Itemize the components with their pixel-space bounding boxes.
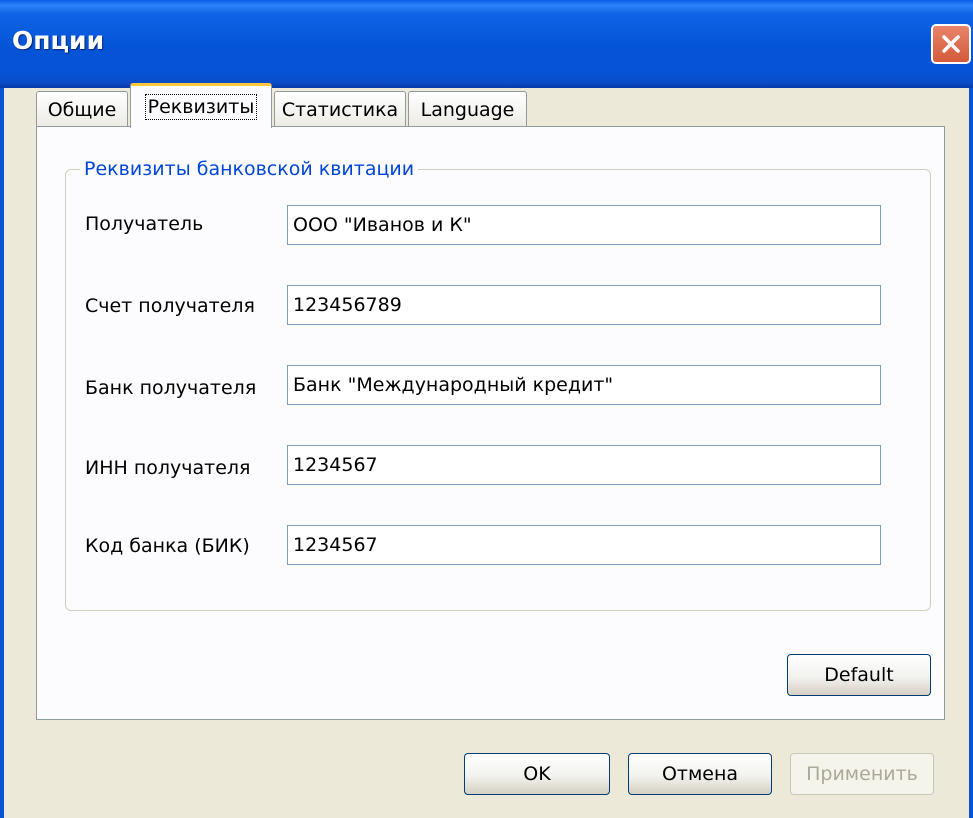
title-bar[interactable]: Опции bbox=[0, 0, 973, 88]
tab-panel-requisites: Реквизиты банковской квитации Получатель… bbox=[36, 126, 945, 720]
window-title: Опции bbox=[12, 26, 105, 55]
recipient-input[interactable] bbox=[287, 205, 881, 245]
tab-requisites[interactable]: Реквизиты bbox=[130, 83, 272, 128]
bik-label: Код банка (БИК) bbox=[85, 535, 250, 557]
groupbox-title: Реквизиты банковской квитации bbox=[80, 156, 419, 182]
tab-statistics-label: Статистика bbox=[281, 98, 399, 121]
bank-label: Банк получателя bbox=[85, 377, 257, 399]
tab-general-label: Общие bbox=[47, 98, 117, 121]
tab-general[interactable]: Общие bbox=[36, 91, 128, 127]
close-icon bbox=[942, 35, 960, 53]
inn-input[interactable] bbox=[287, 445, 881, 485]
close-button[interactable] bbox=[931, 24, 971, 64]
tab-language-label: Language bbox=[420, 98, 515, 121]
tab-statistics[interactable]: Статистика bbox=[274, 91, 406, 127]
default-button[interactable]: Default bbox=[787, 654, 931, 696]
apply-button[interactable]: Применить bbox=[790, 753, 934, 795]
window-frame-right bbox=[969, 88, 973, 818]
bank-input[interactable] bbox=[287, 365, 881, 405]
account-input[interactable] bbox=[287, 285, 881, 325]
window-frame-left bbox=[0, 88, 4, 818]
ok-button[interactable]: OK bbox=[464, 753, 610, 795]
bik-input[interactable] bbox=[287, 525, 881, 565]
cancel-button[interactable]: Отмена bbox=[628, 753, 772, 795]
recipient-label: Получатель bbox=[85, 213, 204, 235]
tab-language[interactable]: Language bbox=[408, 91, 527, 127]
tab-requisites-label: Реквизиты bbox=[144, 94, 258, 120]
inn-label: ИНН получателя bbox=[85, 457, 251, 479]
account-label: Счет получателя bbox=[85, 295, 255, 317]
